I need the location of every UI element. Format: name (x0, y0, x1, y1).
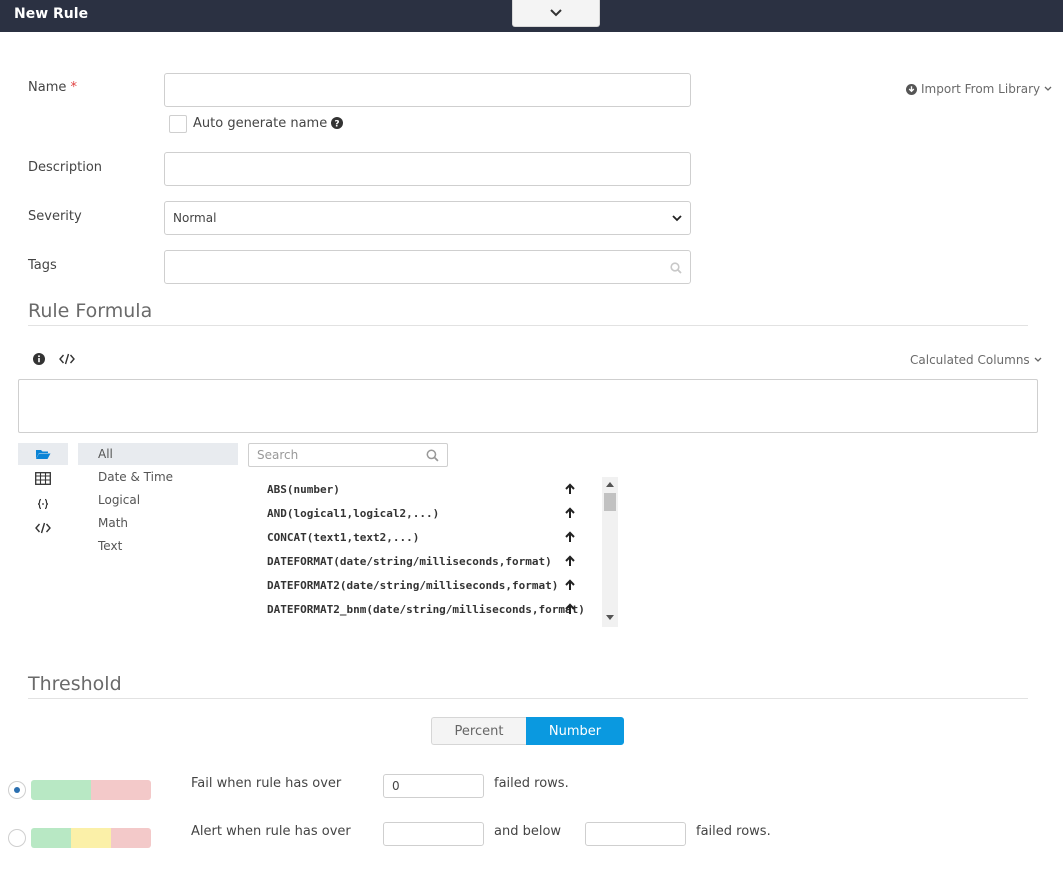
arrow-up-icon[interactable] (564, 483, 576, 495)
formula-editor[interactable] (18, 379, 1038, 433)
function-list-scrollbar[interactable] (602, 477, 618, 627)
alert-radio[interactable] (8, 829, 26, 847)
alert-below-input[interactable] (585, 822, 686, 846)
description-label: Description (28, 160, 103, 175)
function-item[interactable]: AND(logical1,logical2,...) (258, 501, 598, 525)
function-name: DATEFORMAT2_bnm(date/string/milliseconds… (267, 602, 585, 616)
scroll-up-icon[interactable] (606, 481, 614, 487)
percent-toggle[interactable]: Percent (431, 717, 526, 745)
auto-generate-checkbox[interactable] (169, 115, 187, 133)
category-icon-folder[interactable] (18, 443, 68, 465)
fail-radio[interactable] (8, 781, 26, 799)
description-input[interactable] (164, 152, 691, 186)
arrow-up-icon[interactable] (564, 531, 576, 543)
fail-threshold-input[interactable] (383, 774, 484, 798)
fail-text: Fail when rule has over (191, 776, 342, 791)
import-from-library-dropdown[interactable]: Import From Library (906, 82, 1052, 96)
category-icon-braces[interactable] (18, 493, 68, 515)
alert-over-input[interactable] (383, 822, 484, 846)
rule-formula-title: Rule Formula (28, 300, 153, 322)
severity-label: Severity (28, 209, 82, 224)
severity-select[interactable]: Normal (164, 201, 691, 235)
tags-input[interactable] (164, 250, 691, 284)
table-icon (35, 471, 51, 485)
chevron-down-icon (1034, 357, 1042, 362)
svg-text:?: ? (334, 120, 339, 130)
name-label-text: Name (28, 80, 67, 95)
page-title: New Rule (14, 6, 89, 22)
arrow-up-icon[interactable] (564, 579, 576, 591)
chevron-down-icon (1044, 86, 1052, 91)
category-text[interactable]: Text (78, 535, 238, 557)
category-logical[interactable]: Logical (78, 489, 238, 511)
function-name: CONCAT(text1,text2,...) (267, 530, 420, 544)
function-name: AND(logical1,logical2,...) (267, 506, 440, 520)
arrow-up-icon[interactable] (564, 555, 576, 567)
function-item[interactable]: DATEFORMAT2_bnm(date/string/milliseconds… (258, 597, 598, 621)
and-below-text: and below (494, 824, 562, 839)
alert-failed-rows-text: failed rows. (696, 824, 771, 839)
name-label: Name * (28, 80, 77, 95)
arrow-up-icon[interactable] (564, 507, 576, 519)
code-icon[interactable] (59, 353, 75, 365)
auto-generate-label: Auto generate name (193, 116, 328, 131)
download-circle-icon (906, 83, 917, 95)
function-item[interactable]: CONCAT(text1,text2,...) (258, 525, 598, 549)
category-icon-code[interactable] (18, 517, 68, 539)
threshold-divider (28, 698, 1028, 699)
required-mark: * (70, 80, 78, 95)
name-input[interactable] (164, 73, 691, 107)
scroll-down-icon[interactable] (606, 615, 614, 621)
folder-open-icon (36, 450, 51, 459)
search-icon (426, 449, 439, 462)
function-item[interactable]: ABS(number) (258, 477, 598, 501)
function-search-input[interactable]: Search (248, 443, 448, 467)
function-item[interactable]: DATEFORMAT(date/string/milliseconds,form… (258, 549, 598, 573)
function-name: DATEFORMAT2(date/string/milliseconds,for… (267, 578, 559, 592)
category-all[interactable]: All (78, 443, 238, 465)
function-list: ABS(number) AND(logical1,logical2,...) C… (258, 477, 618, 627)
top-bar: New Rule (0, 0, 1063, 32)
fail-color-bar (31, 780, 151, 800)
import-label: Import From Library (921, 82, 1041, 96)
search-icon (670, 262, 682, 274)
tags-label: Tags (28, 258, 57, 273)
red-segment (111, 828, 151, 848)
function-search-placeholder: Search (257, 448, 299, 462)
info-icon[interactable] (33, 353, 45, 365)
calculated-columns-dropdown[interactable]: Calculated Columns (910, 353, 1042, 367)
calculated-columns-label: Calculated Columns (910, 353, 1030, 367)
collapse-button[interactable] (512, 0, 600, 27)
yellow-segment (71, 828, 111, 848)
function-item[interactable]: DATEFORMAT2(date/string/milliseconds,for… (258, 573, 598, 597)
category-icon-table[interactable] (18, 467, 68, 489)
green-segment (31, 828, 71, 848)
braces-icon (37, 498, 49, 510)
threshold-mode-toggle: Percent Number (431, 717, 624, 745)
chevron-down-icon (672, 214, 682, 221)
chevron-down-icon (550, 9, 562, 17)
alert-text: Alert when rule has over (191, 824, 351, 839)
failed-rows-text: failed rows. (494, 776, 569, 791)
code-icon (35, 522, 51, 534)
function-name: ABS(number) (267, 482, 340, 496)
category-date-time[interactable]: Date & Time (78, 466, 238, 488)
red-segment (91, 780, 151, 800)
green-segment (31, 780, 91, 800)
severity-value: Normal (173, 211, 217, 225)
category-math[interactable]: Math (78, 512, 238, 534)
rule-formula-divider (28, 325, 1028, 326)
alert-color-bar (31, 828, 151, 848)
scroll-thumb[interactable] (604, 493, 616, 511)
arrow-up-icon[interactable] (564, 603, 576, 615)
function-name: DATEFORMAT(date/string/milliseconds,form… (267, 554, 552, 568)
number-toggle[interactable]: Number (526, 717, 624, 745)
threshold-title: Threshold (28, 673, 122, 695)
question-circle-icon[interactable]: ? (331, 117, 343, 129)
